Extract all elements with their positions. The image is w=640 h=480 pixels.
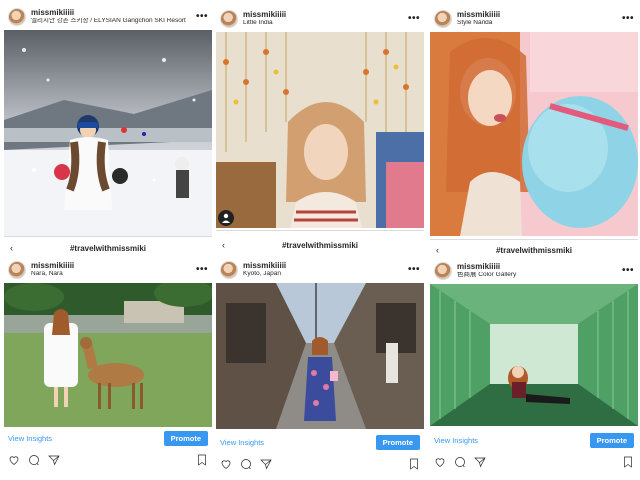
post-header: missmikiiiii Little India ••• (216, 6, 424, 32)
insights-bar: View Insights Promote (216, 431, 424, 453)
avatar[interactable] (8, 8, 26, 26)
post-ski-resort: missmikiiiii 엘리시안 강촌 스키장 / ELYSIAN Gangc… (4, 4, 212, 236)
ski-snow-photo (4, 30, 212, 236)
insta-collage: missmikiiiii 엘리시안 강촌 스키장 / ELYSIAN Gangc… (0, 0, 640, 480)
post-style-nanda: missmikiiiii Style Nanda ••• (430, 6, 638, 236)
post-color-gallery: missmikiiiii 色商展 Color Gallery ••• View … (430, 258, 638, 473)
heart-icon[interactable] (434, 456, 446, 468)
comment-icon[interactable] (454, 456, 466, 468)
avatar[interactable] (434, 262, 452, 280)
post-actions (430, 451, 638, 473)
more-dots-icon[interactable]: ••• (622, 266, 634, 276)
post-photo[interactable] (4, 283, 212, 427)
username[interactable]: missmikiiiii (243, 10, 408, 19)
kyoto-street-photo (216, 283, 424, 429)
hashtag-title: #travelwithmissmiki (69, 243, 147, 253)
bookmark-icon[interactable] (622, 456, 634, 468)
divider (4, 236, 212, 237)
hashtag-title: #travelwithmissmiki (281, 240, 359, 250)
little-india-photo (216, 32, 424, 228)
view-insights-link[interactable]: View Insights (220, 438, 264, 447)
post-header: missmikiiiii Style Nanda ••• (430, 6, 638, 32)
post-location[interactable]: Kyoto, Japan (243, 271, 408, 278)
view-insights-link[interactable]: View Insights (8, 434, 52, 443)
hashtag-bar: ‹ #travelwithmissmiki (216, 237, 424, 253)
post-location[interactable]: Style Nanda (457, 20, 622, 27)
insights-bar: View Insights Promote (4, 427, 212, 449)
post-photo[interactable] (4, 30, 212, 236)
post-location[interactable]: 엘리시안 강촌 스키장 / ELYSIAN Gangchon SKI Resor… (31, 18, 196, 25)
insights-bar: View Insights Promote (430, 429, 638, 451)
post-kyoto: missmikiiiii Kyoto, Japan ••• View Insig… (216, 257, 424, 475)
post-header: missmikiiiii 色商展 Color Gallery ••• (430, 258, 638, 284)
collage-column-3: missmikiiiii Style Nanda ••• ‹ #travelwi… (430, 0, 638, 480)
hashtag-bar: ‹ #travelwithmissmiki (4, 240, 212, 256)
comment-icon[interactable] (240, 458, 252, 470)
more-dots-icon[interactable]: ••• (408, 14, 420, 24)
avatar[interactable] (8, 261, 26, 279)
heart-icon[interactable] (220, 458, 232, 470)
post-actions (216, 453, 424, 475)
bookmark-icon[interactable] (408, 458, 420, 470)
color-gallery-photo (430, 284, 638, 426)
chevron-left-icon[interactable]: ‹ (222, 240, 225, 250)
promote-button[interactable]: Promote (163, 430, 208, 446)
avatar[interactable] (220, 10, 238, 28)
hashtag-title: #travelwithmissmiki (495, 245, 573, 255)
divider (216, 230, 424, 231)
more-dots-icon[interactable]: ••• (408, 265, 420, 275)
post-nara: missmikiiiii Nara, Nara ••• View Insight… (4, 257, 212, 471)
username[interactable]: missmikiiiii (31, 8, 196, 17)
post-photo[interactable] (430, 284, 638, 426)
post-actions (4, 449, 212, 471)
post-header: missmikiiiii Kyoto, Japan ••• (216, 257, 424, 283)
avatar[interactable] (220, 261, 238, 279)
cotton-candy-photo (430, 32, 638, 236)
post-photo[interactable] (216, 32, 424, 228)
comment-icon[interactable] (28, 454, 40, 466)
collage-column-1: missmikiiiii 엘리시안 강촌 스키장 / ELYSIAN Gangc… (4, 0, 212, 480)
username[interactable]: missmikiiiii (243, 261, 408, 270)
username[interactable]: missmikiiiii (457, 10, 622, 19)
username[interactable]: missmikiiiii (457, 262, 622, 271)
heart-icon[interactable] (8, 454, 20, 466)
post-header: missmikiiiii Nara, Nara ••• (4, 257, 212, 283)
avatar[interactable] (434, 10, 452, 28)
post-header: missmikiiiii 엘리시안 강촌 스키장 / ELYSIAN Gangc… (4, 4, 212, 30)
paper-plane-icon[interactable] (260, 458, 272, 470)
paper-plane-icon[interactable] (48, 454, 60, 466)
nara-deer-photo (4, 283, 212, 427)
chevron-left-icon[interactable]: ‹ (10, 243, 13, 253)
post-photo[interactable] (430, 32, 638, 236)
view-insights-link[interactable]: View Insights (434, 436, 478, 445)
paper-plane-icon[interactable] (474, 456, 486, 468)
post-photo[interactable] (216, 283, 424, 429)
more-dots-icon[interactable]: ••• (196, 265, 208, 275)
hashtag-bar: ‹ #travelwithmissmiki (430, 242, 638, 258)
post-little-india: missmikiiiii Little India ••• (216, 6, 424, 228)
post-location[interactable]: Little India (243, 20, 408, 27)
promote-button[interactable]: Promote (375, 434, 420, 450)
bookmark-icon[interactable] (196, 454, 208, 466)
post-location[interactable]: Nara, Nara (31, 271, 196, 278)
more-dots-icon[interactable]: ••• (196, 12, 208, 22)
post-location[interactable]: 色商展 Color Gallery (457, 272, 622, 279)
more-dots-icon[interactable]: ••• (622, 14, 634, 24)
username[interactable]: missmikiiiii (31, 261, 196, 270)
promote-button[interactable]: Promote (589, 432, 634, 448)
divider (430, 239, 638, 240)
chevron-left-icon[interactable]: ‹ (436, 245, 439, 255)
collage-column-2: missmikiiiii Little India ••• ‹ #travelw… (216, 0, 424, 480)
